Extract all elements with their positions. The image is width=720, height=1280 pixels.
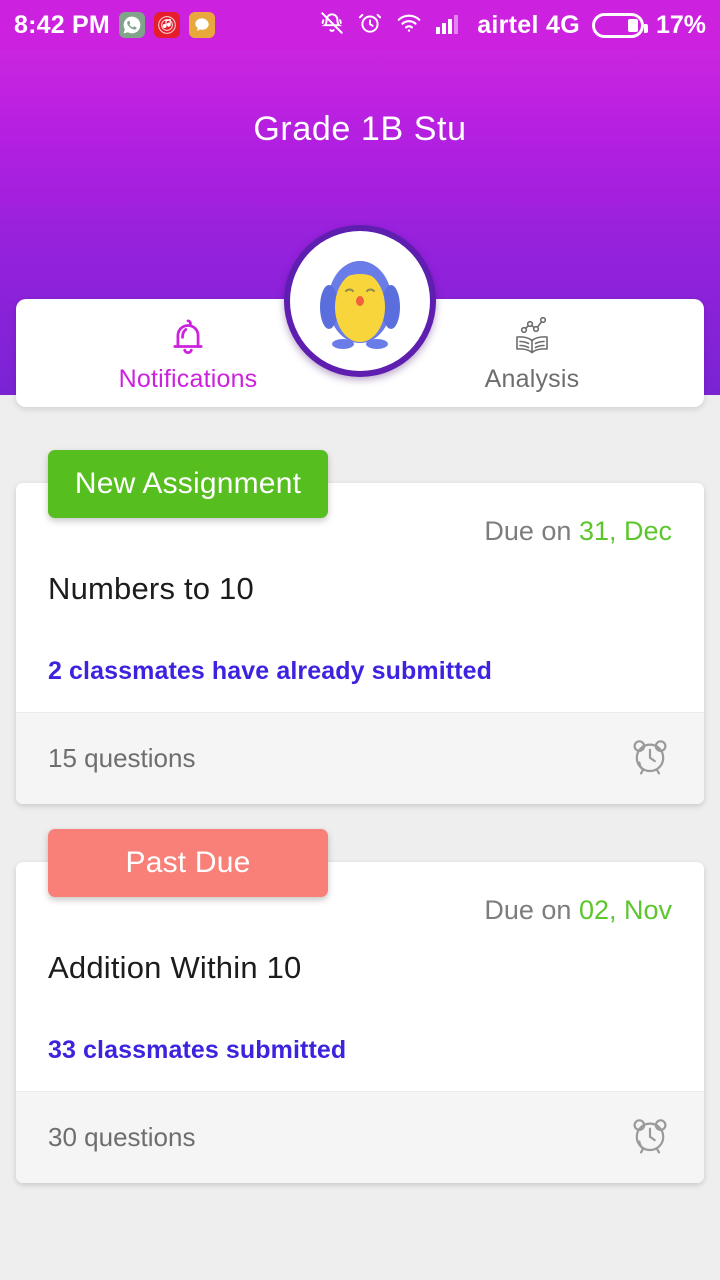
question-count: 15 questions bbox=[48, 743, 196, 773]
wifi-icon bbox=[395, 10, 423, 41]
submitted-count: 2 classmates have already submitted bbox=[48, 657, 493, 685]
chat-icon bbox=[188, 12, 215, 38]
app-root: 8:42 PM airtel 4G 17% Grade 1B Stu Notif… bbox=[0, 0, 720, 1280]
battery-percent: 17% bbox=[655, 10, 706, 39]
page-title: Grade 1B Stu bbox=[253, 110, 467, 148]
signal-icon bbox=[435, 10, 465, 41]
tab-analysis-label: Analysis bbox=[484, 364, 580, 393]
alarm-clock-icon[interactable] bbox=[628, 734, 672, 783]
assignment-title: Addition Within 10 bbox=[48, 950, 302, 985]
notifications-list: New Assignment Due on 31, Dec Numbers to… bbox=[0, 425, 720, 1280]
assignment-card[interactable]: New Assignment Due on 31, Dec Numbers to… bbox=[16, 450, 704, 804]
assignment-footer: 15 questions bbox=[16, 712, 704, 804]
status-bar-left: 8:42 PM bbox=[14, 11, 215, 40]
status-bar: 8:42 PM airtel 4G 17% bbox=[0, 0, 720, 50]
book-chart-icon bbox=[506, 313, 558, 359]
assignment-footer: 30 questions bbox=[16, 1091, 704, 1183]
status-time: 8:42 PM bbox=[14, 10, 110, 39]
question-count: 30 questions bbox=[48, 1122, 196, 1152]
penguin-avatar bbox=[290, 231, 430, 371]
mute-icon bbox=[319, 10, 345, 41]
assignment-title: Numbers to 10 bbox=[48, 571, 254, 606]
alarm-icon bbox=[357, 10, 383, 41]
status-badge: New Assignment bbox=[48, 450, 328, 518]
due-date-value: 31, Dec bbox=[578, 516, 672, 546]
status-bar-right: airtel 4G 17% bbox=[319, 10, 706, 41]
tab-notifications-label: Notifications bbox=[118, 364, 258, 393]
submitted-count: 33 classmates submitted bbox=[48, 1036, 347, 1064]
carrier-label: airtel 4G bbox=[477, 10, 580, 39]
whatsapp-icon bbox=[118, 12, 145, 38]
due-date-value: 02, Nov bbox=[578, 895, 672, 925]
assignment-card[interactable]: Past Due Due on 02, Nov Addition Within … bbox=[16, 829, 704, 1183]
due-prefix: Due on bbox=[484, 895, 572, 925]
alarm-clock-icon[interactable] bbox=[628, 1113, 672, 1162]
battery-icon bbox=[591, 12, 648, 38]
music-icon bbox=[153, 12, 180, 38]
due-prefix: Due on bbox=[484, 516, 572, 546]
bell-icon bbox=[166, 313, 210, 359]
status-badge: Past Due bbox=[48, 829, 328, 897]
avatar[interactable] bbox=[284, 225, 436, 377]
